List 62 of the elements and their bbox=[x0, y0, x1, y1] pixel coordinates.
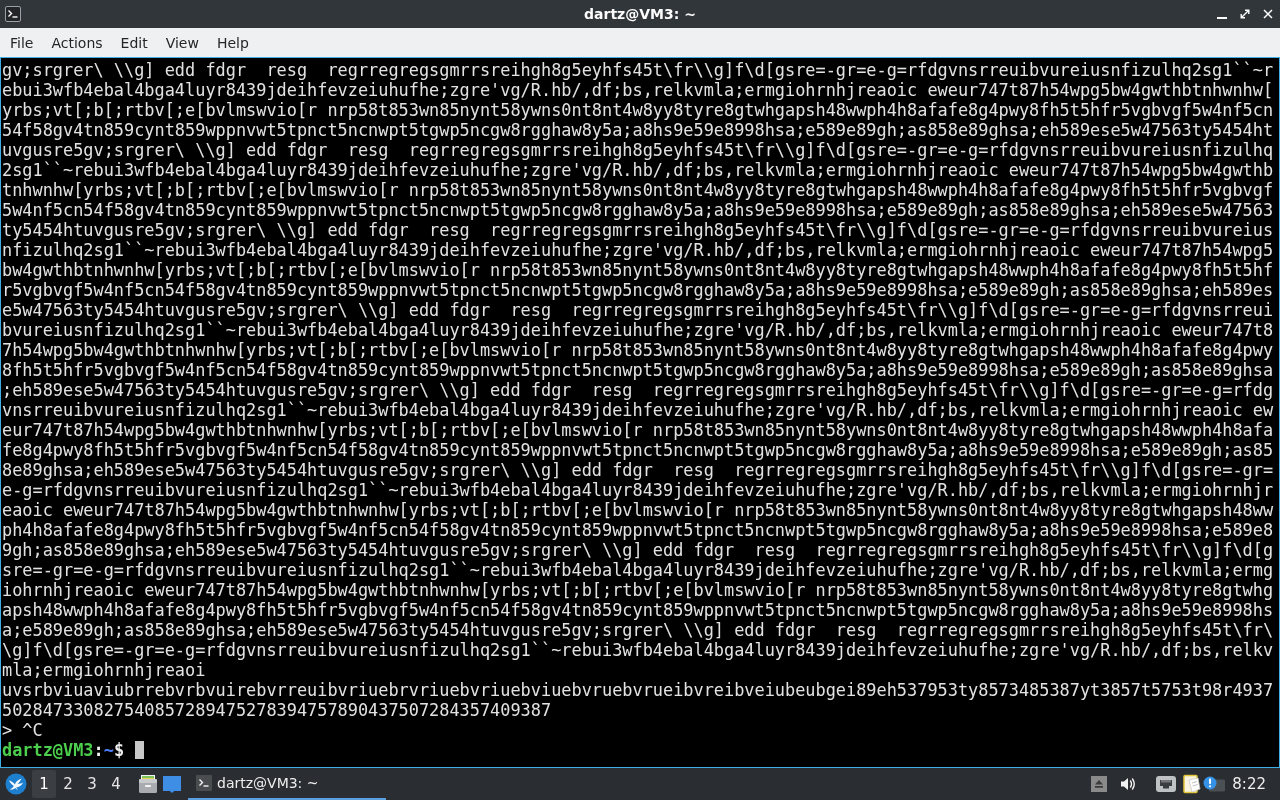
terminal-line: ;eh589ese5w47563ty5454htuvgusre5gv;srgrer\ \\g] edd fdgr resg regrregregsgmrrsreihgh8g5eyhfs45t\fr\\g]f\d[gsre=-gr=e-g=rfdg bbox=[2, 380, 1274, 400]
terminal-line: eur747t87h54wpg5bw4gwthbtnhwnhw[yrbs;vt[;b[;rtbv[;e[bvlmswvio[r nrp58t853wn85nynt58ywns0nt8nt4w8yy8tyre8gtwhgapsh48wwph4h8afa bbox=[2, 420, 1274, 440]
minimize-icon bbox=[1217, 17, 1227, 19]
terminal-line: iohrnhjreaoic eweur747t87h54wpg5bw4gwthbtnhwnhw[yrbs;vt[;b[;rtbv[;e[bvlmswvio[r nrp58t853wn85nynt58ywns0nt8nt4w8yy8tyre8gtwhg bbox=[2, 580, 1274, 600]
workspace-button[interactable]: 2 bbox=[56, 770, 80, 798]
terminal-line: yrbs;vt[;b[;rtbv[;e[bvlmswvio[r nrp58t853wn85nynt58ywns0nt8nt4w8yy8tyre8gtwhgapsh48wwph4h8afafe8g4pwy8fh5t5hfr5vgbvgf5w4nf5cn bbox=[2, 100, 1274, 120]
terminal-icon bbox=[196, 775, 212, 791]
menu-item[interactable]: Actions bbox=[42, 31, 112, 54]
window-icon bbox=[162, 774, 182, 794]
terminal-line: 502847330827540857289475278394757890437507284357409387 bbox=[2, 700, 552, 720]
terminal-line: vnsrreuibvureiusnfizulhq2sg1``~rebui3wfb4ebal4bga4luyr8439jdeihfevzeiuhufhe;zgre'vg/R.hb/,df;bs,relkvmla;ermgiohrnhjreaoic ew bbox=[2, 400, 1274, 420]
menu-item[interactable]: File bbox=[1, 31, 43, 54]
clock[interactable]: 8:22 bbox=[1232, 775, 1266, 793]
terminal-line: ebui3wfb4ebal4bga4luyr8439jdeihfevzeiuhufhe;zgre'vg/R.hb/,df;bs,relkvmla;ermgiohrnhjreaoic eweur747t87h54wpg5bw4gwthbtnhwnhw[ bbox=[2, 80, 1274, 100]
terminal-line: uvsrbviuaviubrrebvrbvuirebvrreuibvriuebrvriuebvriuebviuebvruebvrueibvreibveiubeubgei89eh537953ty8573485387yt3857t5753t98r4937 bbox=[2, 680, 1274, 700]
terminal-line: 8fh5t5hfr5vgbvgf5w4nf5cn54f58gv4tn859cynt859wppnvwt5tpnct5ncnwpt5tgwp5ncgw8rgghaw8y5a;a8hs9e59e8998hsa;e589e89gh;as858e89ghsa bbox=[2, 360, 1274, 380]
terminal-line: > ^C bbox=[2, 720, 43, 740]
notes-icon[interactable] bbox=[1183, 774, 1202, 794]
terminal-line: 5w4nf5cn54f58gv4tn859cynt859wppnvwt5tpnct5ncnwpt5tgwp5ncgw8rgghaw8y5a;a8hs9e59e8998hsa;e589e89gh;as858e89ghsa;eh589ese5w47563 bbox=[2, 200, 1274, 220]
terminal-line: 8e89ghsa;eh589ese5w47563ty5454htuvgusre5gv;srgrer\ \\g] edd fdgr resg regrregregsgmrrsreihgh8g5eyhfs45t\fr\\g]f\d[gsre=-gr= bbox=[2, 460, 1274, 480]
terminal-line: e-g=rfdgvnsrreuibvureiusnfizulhq2sg1``~rebui3wfb4ebal4bga4luyr8439jdeihfevzeiuhufhe;zgre'vg/R.hb/,df;bs,relkvmla;ermgiohrnhjr bbox=[2, 480, 1274, 500]
ethernet-port-icon[interactable] bbox=[1156, 776, 1177, 792]
terminal-line: gv;srgrer\ \\g] edd fdgr resg regrregregsgmrrsreihgh8g5eyhfs45t\fr\\g]f\d[gsre=-gr=e-g=rfdgvnsrreuibvureiusnfizulhq2sg1``~r bbox=[2, 60, 1274, 80]
menu-item[interactable]: View bbox=[156, 31, 208, 54]
task-title: dartz@VM3: ~ bbox=[217, 775, 319, 791]
terminal-line: mla;ermgiohrnhjreaoi bbox=[2, 660, 206, 680]
task-button[interactable]: dartz@VM3: ~ bbox=[188, 768, 386, 800]
terminal-line: 7h54wpg5bw4gwthbtnhwnhw[yrbs;vt[;b[;rtbv[;e[bvlmswvio[r nrp58t853wn85nynt58ywns0nt8nt4w8yy8tyre8gtwhgapsh48wwph4h8afafe8g4pwy bbox=[2, 340, 1274, 360]
volume-icon[interactable] bbox=[1120, 776, 1137, 792]
terminal-line: 54f58gv4tn859cynt859wppnvwt5tpnct5ncnwpt5tgwp5ncgw8rgghaw8y5a;a8hs9e59e8998hsa;e589e89gh;as858e89ghsa;eh589ese5w47563ty5454ht bbox=[2, 120, 1274, 140]
shell-prompt: dartz@VM3:~$ bbox=[2, 740, 125, 760]
terminal-line: uvgusre5gv;srgrer\ \\g] edd fdgr resg regrregregsgmrrsreihgh8g5eyhfs45t\fr\\g]f\d[gsre=-gr=e-g=rfdgvnsrreuibvureiusnfizulhq bbox=[2, 140, 1274, 160]
menu-item[interactable]: Help bbox=[207, 31, 258, 54]
terminal-line: tnhwnhw[yrbs;vt[;b[;rtbv[;e[bvlmswvio[r nrp58t853wn85nynt58ywns0nt8nt4w8yy8tyre8gtwhgapsh48wwph4h8afafe8g4pwy8fh5t5hfr5vgbvgf bbox=[2, 180, 1274, 200]
terminal-line: bvureiusnfizulhq2sg1``~rebui3wfb4ebal4bga4luyr8439jdeihfevzeiuhufhe;zgre'vg/R.hb/,df;bs,relkvmla;ermgiohrnhjreaoic eweur747t8 bbox=[2, 320, 1274, 340]
terminal-line: fe8g4pwy8fh5t5hfr5vgbvgf5w4nf5cn54f58gv4tn859cynt859wppnvwt5tpnct5ncnwpt5tgwp5ncgw8rgghaw8y5a;a8hs9e59e8998hsa;e589e89gh;as85 bbox=[2, 440, 1274, 460]
bird-icon bbox=[5, 773, 27, 795]
menu-item[interactable]: Edit bbox=[111, 31, 157, 54]
terminal-line: \g]f\d[gsre=-gr=e-g=rfdgvnsrreuibvureiusnfizulhq2sg1``~rebui3wfb4ebal4bga4luyr8439jdeihfevzeiuhufhe;zgre'vg/R.hb/,df;bs,relkv bbox=[2, 640, 1274, 660]
terminal-line: eaoic eweur747t87h54wpg5bw4gwthbtnhwnhw[yrbs;vt[;b[;rtbv[;e[bvlmswvio[r nrp58t853wn85nynt58ywns0nt8nt4w8yy8tyre8gtwhgapsh48ww bbox=[2, 500, 1274, 520]
terminal-line: bw4gwthbtnhwnhw[yrbs;vt[;b[;rtbv[;e[bvlmswvio[r nrp58t853wn85nynt58ywns0nt8nt4w8yy8tyre8gtwhgapsh48wwph4h8afafe8g4pwy8fh5t5hf bbox=[2, 260, 1274, 280]
terminal-icon bbox=[5, 6, 21, 22]
terminal-line: ph4h8afafe8g4pwy8fh5t5hfr5vgbvgf5w4nf5cn54f58gv4tn859cynt859wppnvwt5tpnct5ncnwpt5tgwp5ncgw8rgghaw8y5a;a8hs9e59e8998hsa;e589e8 bbox=[2, 520, 1274, 540]
workspace-button[interactable]: 1 bbox=[32, 770, 56, 798]
terminal-line: r5vgbvgf5w4nf5cn54f58gv4tn859cynt859wppnvwt5tpnct5ncnwpt5tgwp5ncgw8rgghaw8y5a;a8hs9e59e8998hsa;e589e89gh;as858e89ghsa;eh589es bbox=[2, 280, 1274, 300]
window-title: dartz@VM3: ~ bbox=[584, 6, 696, 22]
terminal-line: 9gh;as858e89ghsa;eh589ese5w47563ty5454htuvgusre5gv;srgrer\ \\g] edd fdgr resg regrregregsgmrrsreihgh8g5eyhfs45t\fr\\g]f\d[g bbox=[2, 540, 1274, 560]
maximize-icon bbox=[1240, 9, 1250, 19]
terminal-line: nfizulhq2sg1``~rebui3wfb4ebal4bga4luyr8439jdeihfevzeiuhufhe;zgre'vg/R.hb/,df;bs,relkvmla;ermgiohrnhjreaoic eweur747t87h54wpg5 bbox=[2, 240, 1274, 260]
eject-icon[interactable] bbox=[1091, 776, 1108, 792]
terminal-line: a;e589e89gh;as858e89ghsa;eh589ese5w47563ty5454htuvgusre5gv;srgrer\ \\g] edd fdgr resg regrregregsgmrrsreihgh8g5eyhfs45t\fr\ bbox=[2, 620, 1274, 640]
terminal-line: 2sg1``~rebui3wfb4ebal4bga4luyr8439jdeihfevzeiuhufhe;zgre'vg/R.hb/,df;bs,relkvmla;ermgiohrnhjreaoic eweur747t87h54wpg5bw4gwthb bbox=[2, 160, 1274, 180]
text-cursor bbox=[135, 741, 145, 759]
workspace-button[interactable]: 3 bbox=[80, 770, 104, 798]
terminal-line: e5w47563ty5454htuvgusre5gv;srgrer\ \\g] edd fdgr resg regrregregsgmrrsreihgh8g5eyhfs45t\fr\\g]f\d[gsre=-gr=e-g=rfdgvnsrreui bbox=[2, 300, 1274, 320]
terminal-line: ty5454htuvgusre5gv;srgrer\ \\g] edd fdgr resg regrregregsgmrrsreihgh8g5eyhfs45t\fr\\g]f\d[gsre=-gr=e-g=rfdgvnsrreuibvureius bbox=[2, 220, 1274, 240]
drawer-icon bbox=[138, 774, 158, 794]
workspace-button[interactable]: 4 bbox=[104, 770, 128, 798]
terminal-line: sre=-gr=e-g=rfdgvnsrreuibvureiusnfizulhq2sg1``~rebui3wfb4ebal4bga4luyr8439jdeihfevzeiuhufhe;zgre'vg/R.hb/,df;bs,relkvmla;ermg bbox=[2, 560, 1274, 580]
close-icon bbox=[1263, 9, 1273, 19]
alert-icon[interactable] bbox=[1203, 776, 1226, 792]
terminal-line: apsh48wwph4h8afafe8g4pwy8fh5t5hfr5vgbvgf5w4nf5cn54f58gv4tn859cynt859wppnvwt5tpnct5ncnwpt5tgwp5ncgw8rgghaw8y5a;a8hs9e59e8998hs bbox=[2, 600, 1274, 620]
